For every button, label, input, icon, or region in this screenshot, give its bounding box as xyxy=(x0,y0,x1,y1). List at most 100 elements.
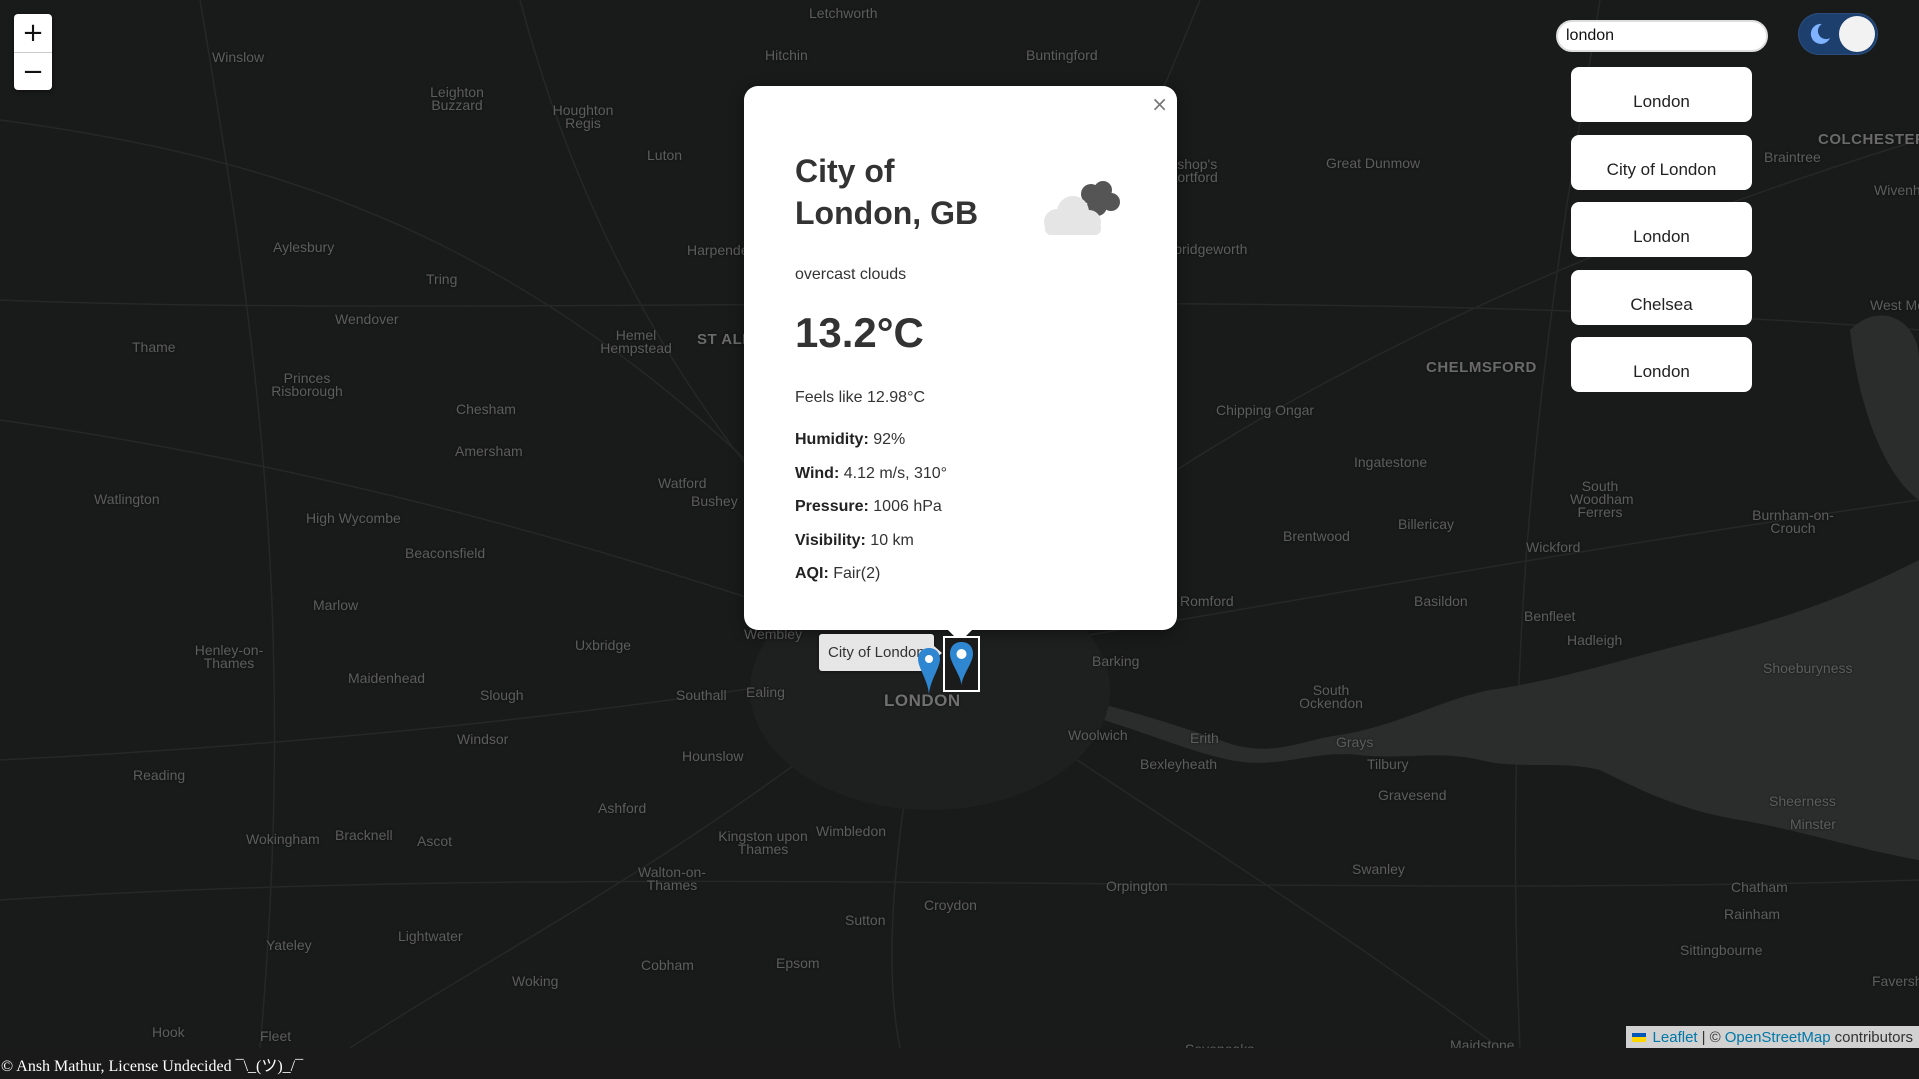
place-label: Bracknell xyxy=(335,827,393,843)
place-label: Bushey xyxy=(691,493,738,509)
place-label: Rainham xyxy=(1724,906,1781,922)
place-label: Amersham xyxy=(455,443,523,459)
place-label: Buntingford xyxy=(1026,47,1098,63)
place-label: Bexleyheath xyxy=(1140,756,1218,772)
place-label: Slough xyxy=(480,687,524,703)
place-label: High Wycombe xyxy=(306,510,401,526)
place-label: Hemel Hempstead xyxy=(600,327,672,356)
place-label: Watlington xyxy=(94,491,160,507)
place-label: Yateley xyxy=(266,937,312,953)
place-label: Croydon xyxy=(924,897,977,913)
zoom-control: + − xyxy=(14,14,52,90)
place-label: Hitchin xyxy=(765,47,808,63)
visibility-row: Visibility: 10 km xyxy=(795,532,1127,550)
suggestion-item[interactable]: City of London xyxy=(1571,134,1752,190)
search-input[interactable] xyxy=(1556,20,1768,52)
moon-icon xyxy=(1810,23,1830,44)
suggestion-item[interactable]: Chelsea xyxy=(1571,269,1752,325)
weather-description: overcast clouds xyxy=(795,266,907,283)
place-label: Aylesbury xyxy=(273,239,335,255)
place-label: Wokingham xyxy=(246,831,320,847)
wind-value: 4.12 m/s, 310° xyxy=(843,464,948,482)
place-label: Hook xyxy=(152,1024,185,1040)
zoom-in-button[interactable]: + xyxy=(14,14,52,52)
pressure-row: Pressure: 1006 hPa xyxy=(795,498,1127,516)
city-name: City of London, GB xyxy=(795,153,979,231)
place-label: Tring xyxy=(426,271,458,287)
place-label: Chatham xyxy=(1731,879,1788,895)
place-label: South Ockendon xyxy=(1299,682,1363,711)
place-label: Maidenhead xyxy=(348,670,426,686)
place-label: Ealing xyxy=(746,684,785,700)
place-label: Chesham xyxy=(456,401,516,417)
place-label: Reading xyxy=(133,767,186,783)
aqi-value: Fair(2) xyxy=(833,565,881,582)
place-label: Chipping Ongar xyxy=(1216,402,1315,418)
suggestion-item[interactable]: London xyxy=(1571,337,1752,392)
place-label: Ingatestone xyxy=(1354,454,1428,470)
place-label: Faversham xyxy=(1872,973,1919,989)
place-label: Kingston upon Thames xyxy=(718,828,808,857)
place-label: Brentwood xyxy=(1283,528,1350,544)
place-label: Lightwater xyxy=(398,928,463,944)
place-label: Woolwich xyxy=(1068,727,1128,743)
pressure-label: Pressure: xyxy=(795,498,869,515)
place-label: Southall xyxy=(676,687,727,703)
attribution-contributors: contributors xyxy=(1834,1028,1913,1046)
place-label: Erith xyxy=(1190,730,1219,746)
pressure-value: 1006 hPa xyxy=(873,498,942,515)
place-label: Uxbridge xyxy=(575,637,632,653)
ukraine-flag-icon xyxy=(1631,1032,1646,1042)
place-label: Leighton Buzzard xyxy=(430,84,484,113)
place-label: Sheerness xyxy=(1769,793,1836,809)
suggestion-item[interactable]: London xyxy=(1571,202,1752,257)
close-button[interactable]: × xyxy=(1151,92,1168,116)
theme-toggle[interactable] xyxy=(1798,13,1878,55)
overcast-clouds-icon xyxy=(1044,181,1120,235)
place-label: Tilbury xyxy=(1367,756,1409,772)
place-label: Shoeburyness xyxy=(1763,660,1853,676)
humidity-label: Humidity: xyxy=(795,431,869,448)
search-suggestions: London City of London London Chelsea Lon… xyxy=(1571,67,1752,405)
place-label: Wendover xyxy=(335,311,399,327)
leaflet-link[interactable]: Leaflet xyxy=(1653,1029,1698,1046)
suggestion-item[interactable]: London xyxy=(1571,67,1752,122)
place-label: Windsor xyxy=(457,731,509,747)
place-label: Beaconsfield xyxy=(405,545,486,561)
map-marker[interactable] xyxy=(916,646,942,698)
place-label: Sittingbourne xyxy=(1680,942,1763,958)
place-label: Watford xyxy=(658,475,707,491)
place-label: Thame xyxy=(132,339,176,355)
place-label: Braintree xyxy=(1764,149,1821,165)
place-label: Great Dunmow xyxy=(1326,155,1421,171)
selected-map-marker[interactable] xyxy=(943,636,980,692)
temperature: 13.2°C xyxy=(795,309,924,356)
place-label: Epsom xyxy=(776,955,820,971)
place-label: Barking xyxy=(1092,653,1140,669)
place-label: Billericay xyxy=(1398,516,1455,532)
place-label: Orpington xyxy=(1106,878,1168,894)
place-label: Luton xyxy=(647,147,683,163)
weather-popup: × City of London, GB overcast clouds 13.… xyxy=(744,86,1177,630)
zoom-out-button[interactable]: − xyxy=(14,52,52,90)
humidity-value: 92% xyxy=(873,431,906,448)
aqi-label: AQI: xyxy=(795,565,829,582)
place-label: Cobham xyxy=(641,957,694,973)
place-label: Wivenhoe xyxy=(1874,182,1919,198)
place-label: Ashford xyxy=(598,800,647,816)
visibility-label: Visibility: xyxy=(795,531,866,549)
place-label: CHELMSFORD xyxy=(1426,359,1537,376)
place-label: Maidstone xyxy=(1450,1037,1515,1048)
place-label: Burnham-on-Crouch xyxy=(1752,507,1834,536)
place-label: Houghton Regis xyxy=(552,102,614,131)
osm-link[interactable]: OpenStreetMap xyxy=(1725,1029,1831,1046)
place-label: Gravesend xyxy=(1378,787,1447,803)
attribution-separator: | © xyxy=(1701,1028,1721,1046)
place-label: Romford xyxy=(1180,593,1234,609)
place-label: Winslow xyxy=(212,49,265,65)
humidity-row: Humidity: 92% xyxy=(795,431,1127,449)
toggle-knob xyxy=(1839,16,1875,52)
wind-label: Wind: xyxy=(795,464,840,482)
place-label: Hounslow xyxy=(682,748,744,764)
place-label: Ascot xyxy=(417,833,453,849)
